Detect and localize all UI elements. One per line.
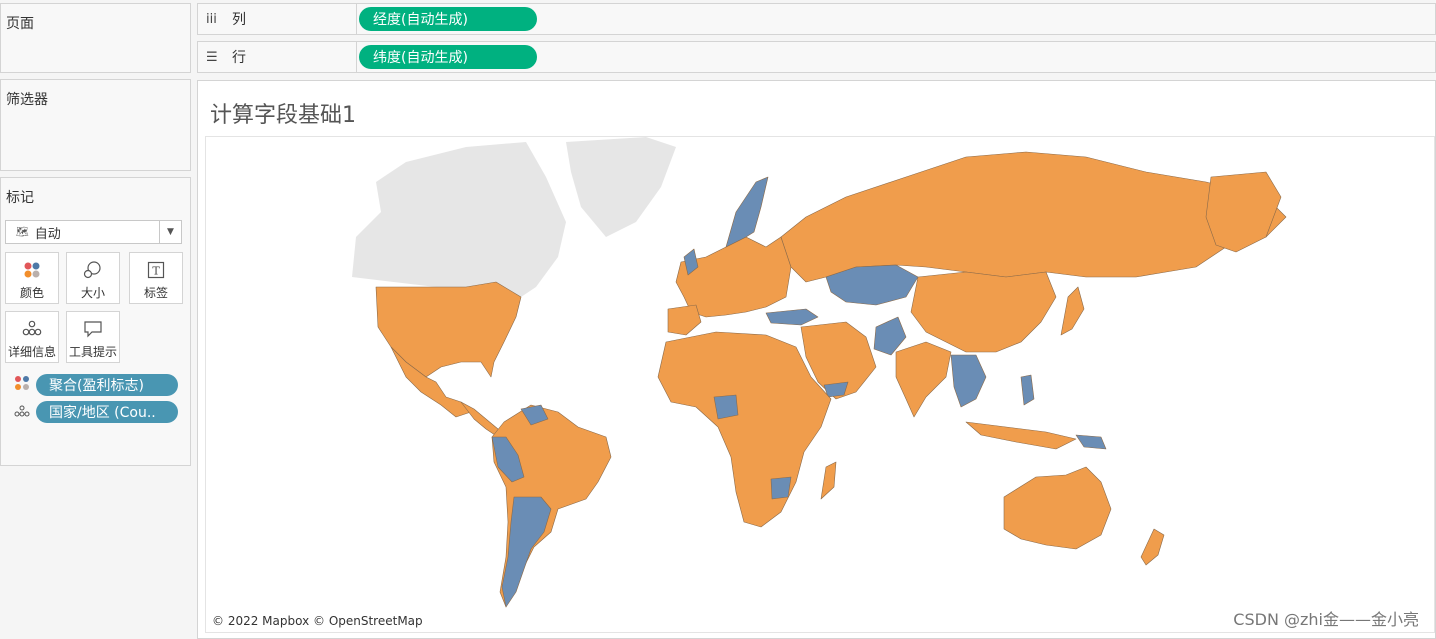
chevron-down-icon[interactable]: ▼ bbox=[159, 221, 181, 243]
worksheet-view: 计算字段基础1 © 2022 Mapbox © OpenStreetMap CS… bbox=[197, 80, 1436, 639]
africa-region bbox=[657, 331, 832, 528]
nigeria-region bbox=[713, 394, 739, 420]
filters-title: 筛选器 bbox=[6, 92, 48, 108]
greenland-region bbox=[566, 137, 676, 237]
mark-type-dropdown[interactable]: 🗺 自动 ▼ bbox=[5, 220, 182, 244]
label-button-label: 标签 bbox=[143, 286, 168, 300]
latitude-pill[interactable]: 纬度(自动生成) bbox=[359, 45, 537, 69]
turkey-region bbox=[765, 308, 819, 326]
pages-card[interactable]: 页面 bbox=[0, 3, 191, 73]
mark-field-color: 聚合(盈利标志) bbox=[14, 373, 178, 397]
size-circles-icon bbox=[67, 261, 119, 279]
size-button[interactable]: 大小 bbox=[66, 252, 120, 304]
text-label-icon: T bbox=[130, 261, 182, 279]
detail-button-label: 详细信息 bbox=[7, 345, 56, 359]
europe-region bbox=[675, 236, 792, 318]
marks-title: 标记 bbox=[6, 190, 34, 206]
zimbabwe-region bbox=[770, 476, 792, 500]
columns-shelf[interactable]: iii 列 经度(自动生成) bbox=[197, 3, 1436, 35]
alaska-region bbox=[1205, 171, 1282, 253]
pages-title: 页面 bbox=[6, 16, 34, 32]
svg-text:T: T bbox=[152, 265, 160, 278]
rows-label-text: 行 bbox=[232, 50, 246, 66]
map-view[interactable]: © 2022 Mapbox © OpenStreetMap bbox=[205, 136, 1435, 633]
tooltip-bubble-icon bbox=[67, 320, 119, 338]
rows-icon: ☰ bbox=[206, 49, 218, 65]
longitude-pill[interactable]: 经度(自动生成) bbox=[359, 7, 537, 31]
label-button[interactable]: T 标签 bbox=[129, 252, 183, 304]
rows-shelf[interactable]: ☰ 行 纬度(自动生成) bbox=[197, 41, 1436, 73]
color-button[interactable]: 颜色 bbox=[5, 252, 59, 304]
detail-button[interactable]: 详细信息 bbox=[5, 311, 59, 363]
usa-region bbox=[375, 281, 522, 378]
color-dots-icon bbox=[6, 261, 58, 279]
tooltip-button-label: 工具提示 bbox=[68, 345, 117, 359]
color-button-label: 颜色 bbox=[19, 286, 44, 300]
map-attribution: © 2022 Mapbox © OpenStreetMap bbox=[210, 614, 425, 628]
madagascar-region bbox=[820, 461, 837, 500]
columns-shelf-label: iii 列 bbox=[198, 4, 357, 34]
canada-region bbox=[352, 142, 566, 297]
country-pill[interactable]: 国家/地区 (Cou.. bbox=[36, 401, 178, 423]
columns-label-text: 列 bbox=[232, 12, 246, 28]
mark-type-value: 自动 bbox=[34, 226, 61, 242]
color-dots-icon bbox=[14, 375, 30, 395]
rows-shelf-label: ☰ 行 bbox=[198, 42, 357, 72]
profit-flag-pill[interactable]: 聚合(盈利标志) bbox=[36, 374, 178, 396]
world-map[interactable] bbox=[206, 137, 1434, 632]
tooltip-button[interactable]: 工具提示 bbox=[66, 311, 120, 363]
detail-dots-icon bbox=[14, 403, 30, 422]
southeast-asia-region bbox=[950, 354, 987, 408]
size-button-label: 大小 bbox=[80, 286, 105, 300]
new-zealand-region bbox=[1140, 528, 1165, 566]
filters-card[interactable]: 筛选器 bbox=[0, 79, 191, 171]
columns-icon: iii bbox=[206, 11, 217, 27]
worksheet-title[interactable]: 计算字段基础1 bbox=[210, 97, 356, 129]
map-icon: 🗺 bbox=[16, 226, 29, 238]
japan-region bbox=[1060, 286, 1085, 336]
png-region bbox=[1075, 434, 1107, 450]
pakistan-region bbox=[873, 316, 907, 356]
indonesia-region bbox=[965, 421, 1077, 450]
australia-region bbox=[1003, 466, 1112, 550]
detail-dots-icon bbox=[6, 320, 58, 336]
india-region bbox=[895, 341, 952, 418]
philippines-region bbox=[1020, 374, 1035, 406]
china-region bbox=[910, 271, 1057, 353]
iberia-region bbox=[667, 304, 702, 336]
watermark: CSDN @zhi金——金小亮 bbox=[1233, 610, 1419, 629]
mark-field-detail: 国家/地区 (Cou.. bbox=[14, 400, 178, 424]
scandinavia-region bbox=[725, 176, 769, 248]
